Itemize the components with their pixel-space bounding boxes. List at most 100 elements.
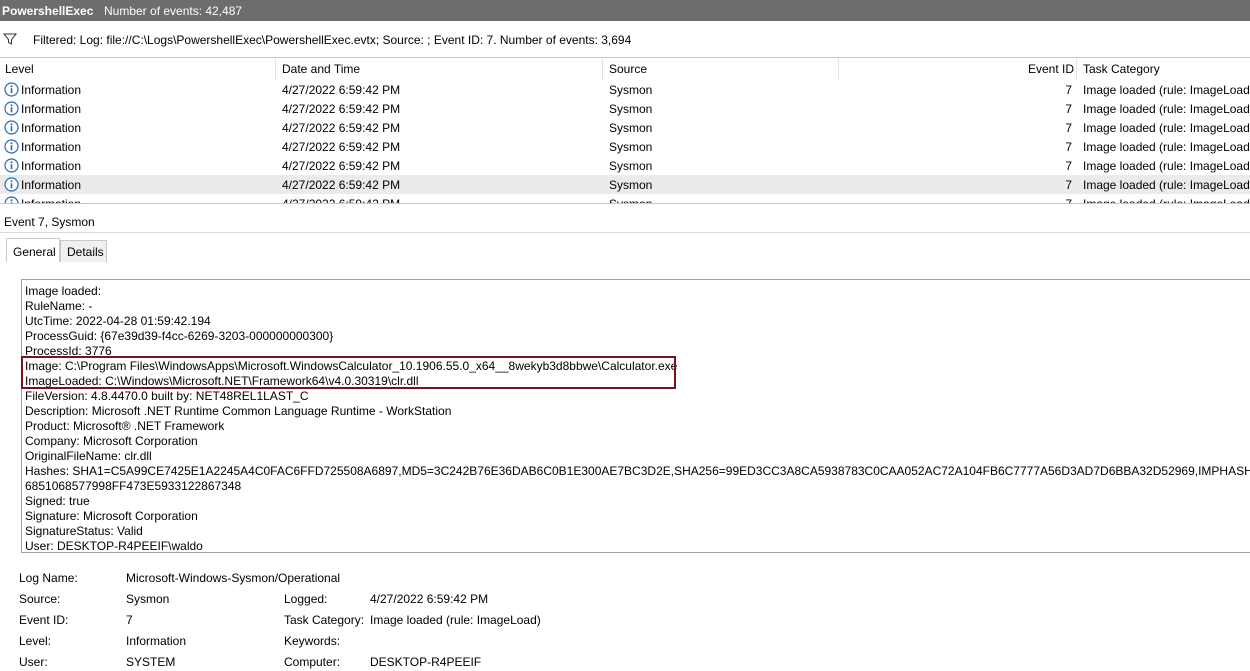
row-source: Sysmon (609, 178, 653, 192)
event-id-label: Event ID: (19, 613, 69, 627)
row-task-category: Image loaded (rule: ImageLoad) (1083, 140, 1250, 154)
row-event-id: 7 (1065, 121, 1072, 135)
row-source: Sysmon (609, 140, 653, 154)
column-header-task-category[interactable]: Task Category (1083, 62, 1160, 76)
source-label: Source: (19, 592, 61, 606)
description-line: Hashes: SHA1=C5A99CE7425E1A2245A4C0FAC6F… (25, 464, 1250, 478)
information-icon (4, 139, 19, 154)
row-source: Sysmon (609, 197, 653, 204)
user-label: User: (19, 655, 48, 669)
event-row[interactable]: Information 4/27/2022 6:59:42 PM Sysmon 7 Im… (0, 80, 1250, 99)
column-header-source[interactable]: Source (609, 62, 647, 76)
row-level: Information (21, 197, 82, 204)
column-divider[interactable] (602, 58, 603, 80)
row-level: Information (21, 83, 82, 97)
user-value: SYSTEM (126, 655, 176, 669)
row-level: Information (21, 178, 82, 192)
description-line: ProcessGuid: {67e39d39-f4cc-6269-3203-00… (25, 329, 334, 343)
description-line: 6851068577998FF473E5933122867348 (25, 479, 242, 493)
column-header-level[interactable]: Level (5, 62, 34, 76)
description-line: SignatureStatus: Valid (25, 524, 143, 538)
description-line: Signature: Microsoft Corporation (25, 509, 198, 523)
filter-bar: Filtered: Log: file://C:\Logs\Powershell… (0, 29, 1250, 51)
event-description[interactable]: Image loaded: RuleName: - UtcTime: 2022-… (21, 279, 1250, 553)
task-category-value: Image loaded (rule: ImageLoad) (370, 613, 541, 627)
event-row[interactable]: Information 4/27/2022 6:59:42 PM Sysmon 7 Im… (0, 137, 1250, 156)
row-date: 4/27/2022 6:59:42 PM (282, 178, 401, 192)
event-count: Number of events: 42,487 (104, 4, 243, 18)
row-event-id: 7 (1065, 159, 1072, 173)
event-detail-title: Event 7, Sysmon (4, 215, 95, 229)
row-event-id: 7 (1065, 83, 1072, 97)
tab-general-label: General (13, 245, 56, 259)
event-id-value: 7 (126, 613, 133, 627)
row-date: 4/27/2022 6:59:42 PM (282, 121, 401, 135)
column-header-date[interactable]: Date and Time (282, 62, 360, 76)
row-source: Sysmon (609, 159, 653, 173)
information-icon (4, 101, 19, 116)
event-row[interactable]: Information 4/27/2022 6:59:42 PM Sysmon 7 Im… (0, 156, 1250, 175)
row-source: Sysmon (609, 83, 653, 97)
row-level: Information (21, 121, 82, 135)
row-date: 4/27/2022 6:59:42 PM (282, 159, 401, 173)
logged-value: 4/27/2022 6:59:42 PM (370, 592, 489, 606)
row-level: Information (21, 102, 82, 116)
keywords-label: Keywords: (284, 634, 341, 648)
description-line: UtcTime: 2022-04-28 01:59:42.194 (25, 314, 211, 328)
information-icon (4, 158, 19, 173)
row-task-category: Image loaded (rule: ImageLoad) (1083, 197, 1250, 204)
description-line: RuleName: - (25, 299, 93, 313)
tab-details[interactable]: Details (60, 240, 107, 262)
row-source: Sysmon (609, 121, 653, 135)
event-list[interactable]: Level Date and Time Source Event ID Task… (0, 57, 1250, 204)
row-task-category: Image loaded (rule: ImageLoad) (1083, 159, 1250, 173)
row-level: Information (21, 140, 82, 154)
description-line: FileVersion: 4.8.4470.0 built by: NET48R… (25, 389, 309, 403)
log-name-label: Log Name: (19, 571, 78, 585)
log-name-value: Microsoft-Windows-Sysmon/Operational (126, 571, 341, 585)
tab-details-label: Details (67, 245, 104, 259)
event-properties: Log Name: Microsoft-Windows-Sysmon/Opera… (0, 567, 1250, 671)
information-icon (4, 196, 19, 203)
row-task-category: Image loaded (rule: ImageLoad) (1083, 102, 1250, 116)
filter-description: Filtered: Log: file://C:\Logs\Powershell… (33, 33, 632, 47)
column-divider[interactable] (1076, 58, 1077, 80)
row-source: Sysmon (609, 102, 653, 116)
row-date: 4/27/2022 6:59:42 PM (282, 197, 401, 204)
information-icon (4, 120, 19, 135)
row-task-category: Image loaded (rule: ImageLoad) (1083, 121, 1250, 135)
row-event-id: 7 (1065, 197, 1072, 204)
source-value: Sysmon (126, 592, 170, 606)
row-date: 4/27/2022 6:59:42 PM (282, 140, 401, 154)
filter-icon[interactable] (3, 32, 17, 46)
level-value: Information (126, 634, 187, 648)
description-line: User: DESKTOP-R4PEEIF\waldo (25, 539, 203, 553)
description-line: Description: Microsoft .NET Runtime Comm… (25, 404, 452, 418)
level-label: Level: (19, 634, 52, 648)
row-level: Information (21, 159, 82, 173)
logged-label: Logged: (284, 592, 328, 606)
row-event-id: 7 (1065, 178, 1072, 192)
column-divider[interactable] (838, 58, 839, 80)
information-icon (4, 177, 19, 192)
event-row[interactable]: Information 4/27/2022 6:59:42 PM Sysmon 7 Im… (0, 175, 1250, 194)
row-date: 4/27/2022 6:59:42 PM (282, 83, 401, 97)
row-event-id: 7 (1065, 140, 1072, 154)
information-icon (4, 82, 19, 97)
description-line: Product: Microsoft® .NET Framework (25, 419, 225, 433)
computer-value: DESKTOP-R4PEEIF (370, 655, 482, 669)
column-header-event-id[interactable]: Event ID (1028, 62, 1074, 76)
row-task-category: Image loaded (rule: ImageLoad) (1083, 83, 1250, 97)
description-line: OriginalFileName: clr.dll (25, 449, 152, 463)
event-row[interactable]: Information 4/27/2022 6:59:42 PM Sysmon 7 Im… (0, 118, 1250, 137)
task-category-label: Task Category: (284, 613, 365, 627)
tab-general[interactable]: General (6, 238, 60, 262)
event-row[interactable]: Information 4/27/2022 6:59:42 PM Sysmon 7 Im… (0, 99, 1250, 118)
column-divider[interactable] (275, 58, 276, 80)
event-row[interactable]: Information 4/27/2022 6:59:42 PM Sysmon 7 Im… (0, 194, 1250, 204)
description-line: Company: Microsoft Corporation (25, 434, 198, 448)
description-line: Image loaded: (25, 284, 102, 298)
computer-label: Computer: (284, 655, 341, 669)
highlight-box (21, 356, 676, 389)
event-list-header: Level Date and Time Source Event ID Task… (0, 58, 1250, 80)
